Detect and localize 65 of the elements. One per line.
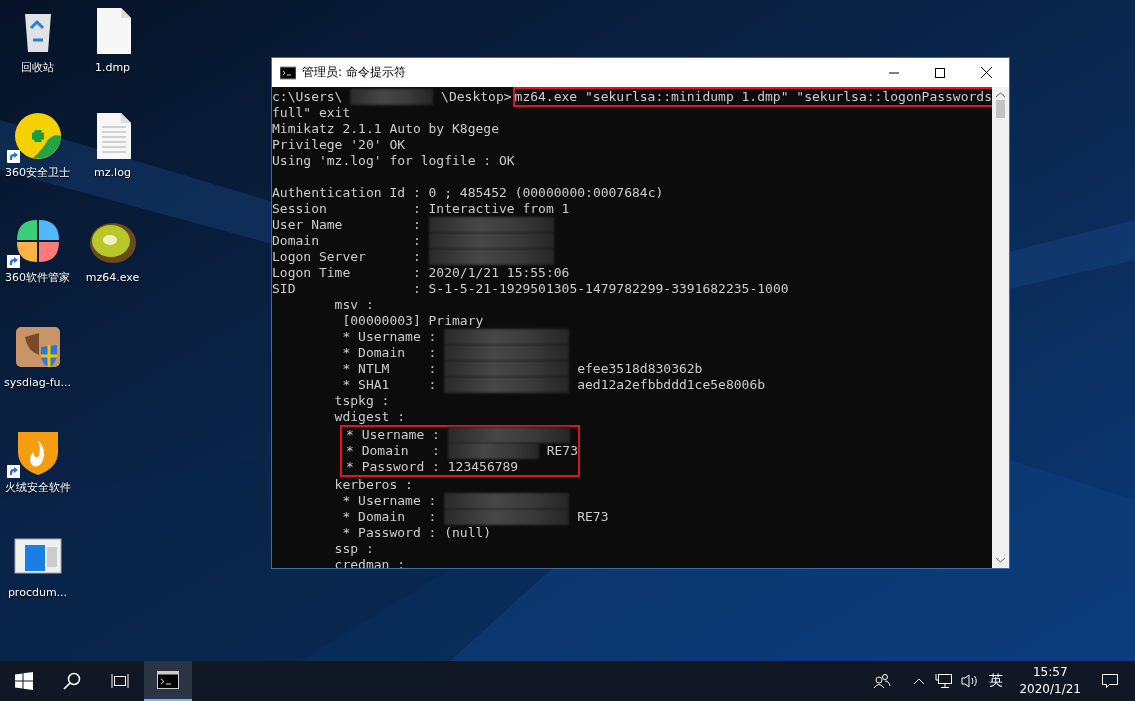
close-icon — [980, 67, 992, 78]
console-text: * Domain : — [341, 345, 437, 361]
console-text: ssp : — [333, 541, 374, 557]
console-text: * SHA1 : — [341, 377, 437, 393]
plus-circle-icon — [12, 111, 63, 161]
console-text: wdigest : — [333, 409, 406, 425]
volume-icon[interactable] — [961, 673, 980, 689]
console-text: efee3518d830362b — [577, 361, 703, 377]
console-text: RE73 — [577, 509, 609, 525]
console-text: * Username : — [346, 427, 440, 443]
desktop-icon-label[interactable]: sysdiag-fu... — [3, 375, 71, 390]
desktop-icon-label[interactable]: 回收站 — [21, 60, 54, 75]
console-text: Session : Interactive from 1 — [272, 201, 570, 217]
scroll-up-icon — [996, 92, 1005, 98]
clock-date[interactable]: 2020/1/21 — [1019, 681, 1081, 698]
desktop-icon-label[interactable]: 1.dmp — [94, 60, 131, 75]
scrollbar[interactable] — [992, 87, 1009, 568]
console-text: * Username : — [341, 329, 437, 345]
scroll-down-icon — [996, 557, 1005, 563]
console-text: Logon Server : — [272, 249, 421, 265]
task-view-icon — [111, 673, 129, 689]
console-text: * Password : 123456789 — [346, 459, 519, 475]
console-text: RE73 — [546, 443, 578, 459]
scrollbar-thumb[interactable] — [996, 100, 1005, 118]
console-text: SID : S-1-5-21-1929501305-1479782299-3391682235-1000 — [272, 281, 789, 297]
console-text: Authentication Id : 0 ; 485452 (00000000:0007684c) — [272, 185, 664, 201]
console-text: tspkg : — [333, 393, 390, 409]
maximize-icon — [935, 67, 945, 78]
console-text: aed12a2efbbddd1ce5e8006b — [577, 377, 766, 393]
desktop-icon-label[interactable]: 360软件管家 — [5, 270, 70, 285]
console-text: * Username : — [341, 493, 437, 509]
highlighted-command: mz64.exe "sekurlsa::minidump 1.dmp" "sekurlsa::logonPasswords — [514, 89, 992, 105]
windows-logo-icon — [15, 672, 33, 690]
console-text: Privilege '20' OK — [272, 137, 406, 153]
clock-time[interactable]: 15:57 — [1032, 664, 1068, 681]
people-icon[interactable] — [873, 673, 892, 689]
console-text: [00000003] Primary — [341, 313, 484, 329]
console-text: c:\Users\ — [272, 89, 343, 105]
desktop-icon-label[interactable]: mz64.exe — [85, 270, 140, 285]
network-icon[interactable] — [935, 673, 954, 689]
desktop-icon-label[interactable]: mz.log — [94, 165, 131, 180]
console-text: * Domain : — [346, 443, 440, 459]
terminal-icon — [157, 671, 179, 689]
console-text: User Name : — [272, 217, 421, 233]
desktop-icon-label[interactable]: procdum... — [7, 585, 68, 600]
console-text: Domain : — [272, 233, 421, 249]
console-text: Using 'mz.log' for logfile : OK — [272, 153, 515, 169]
console-text: msv : — [333, 297, 374, 313]
console-text: * Domain : — [341, 509, 437, 525]
console-text: \Desktop> — [441, 89, 512, 105]
taskbar-app-button[interactable] — [144, 661, 192, 701]
console-text: kerberos : — [333, 477, 413, 493]
desktop-icon-label[interactable]: 360安全卫士 — [5, 165, 70, 180]
console-text: Mimikatz 2.1.1 Auto by K8gege — [272, 121, 499, 137]
input-method-indicator[interactable]: 英 — [989, 672, 1004, 690]
chevron-up-icon[interactable] — [913, 677, 926, 685]
search-icon — [63, 672, 81, 690]
desktop-icon-label[interactable]: 火绒安全软件 — [4, 480, 71, 495]
window-title: 管理员: 命令提示符 — [302, 64, 407, 81]
console-text: * NTLM : — [341, 361, 437, 377]
console-text: Logon Time : 2020/1/21 15:55:06 — [272, 265, 570, 281]
notification-icon[interactable] — [1101, 673, 1119, 689]
console-text: * Password : (null) — [341, 525, 492, 541]
console-text: full" exit — [272, 105, 351, 121]
terminal-icon — [280, 64, 296, 81]
